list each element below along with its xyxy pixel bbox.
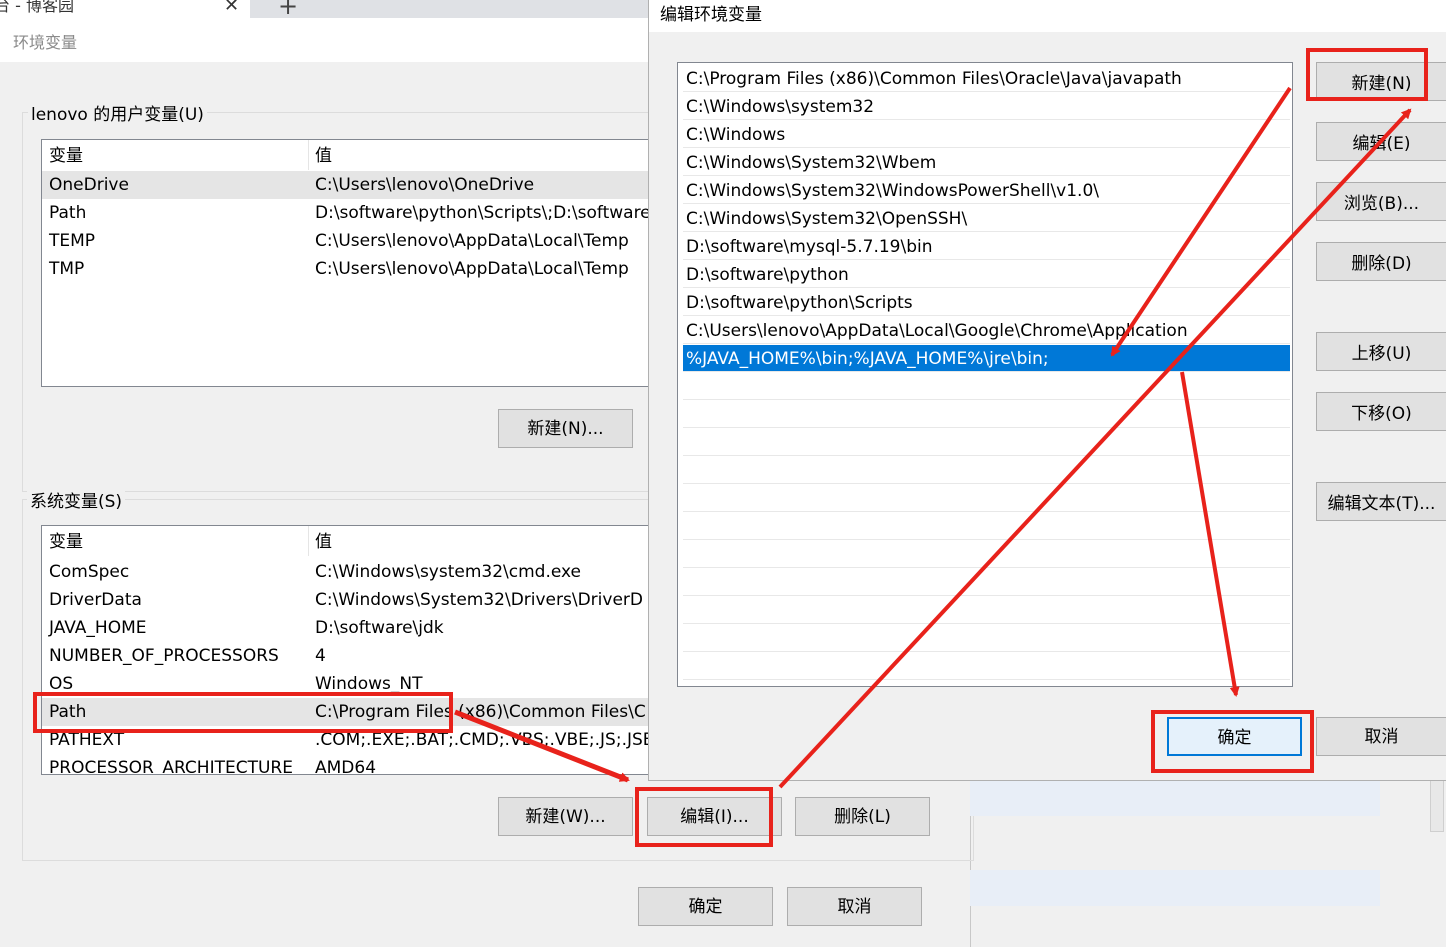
arrow-edit-to-new [778,108,1412,789]
arrow-path-to-edit [454,709,630,783]
annotation-arrows [454,86,1412,789]
arrow-new-to-entry [1110,86,1292,357]
arrow-entry-to-ok [1180,371,1240,697]
